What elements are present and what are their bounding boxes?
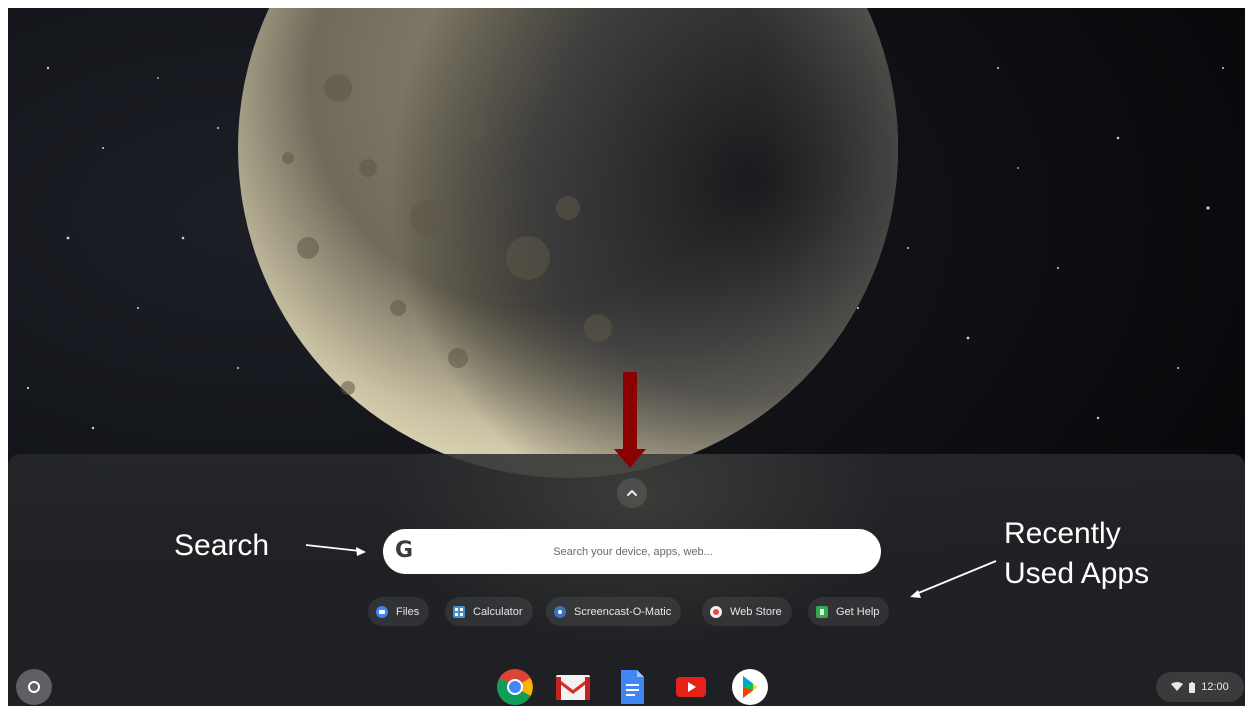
recent-app-label: Calculator (473, 605, 523, 618)
launcher-circle-icon (28, 681, 40, 693)
recent-app-screencast-o-matic[interactable]: Screencast-O-Matic (546, 597, 682, 626)
play-store-icon[interactable] (731, 668, 769, 706)
search-input[interactable] (433, 529, 833, 574)
docs-icon[interactable] (613, 668, 651, 706)
web-store-icon (710, 605, 722, 618)
recent-app-label: Web Store (730, 605, 782, 618)
recent-app-files[interactable]: Files (368, 597, 430, 626)
gmail-icon[interactable] (554, 668, 592, 706)
expand-launcher-button[interactable] (617, 478, 647, 508)
recent-app-web-store[interactable]: Web Store (702, 597, 792, 626)
calculator-icon (453, 605, 465, 618)
annotation-recent-label-line2: Used Apps (1004, 557, 1150, 590)
get-help-icon (816, 605, 828, 618)
chrome-icon[interactable] (496, 668, 534, 706)
recent-app-get-help[interactable]: Get Help (808, 597, 890, 626)
search-box[interactable]: G (383, 529, 881, 574)
files-icon (376, 605, 388, 618)
clock-time: 12:00 (1201, 681, 1229, 693)
screencast-icon (554, 605, 566, 618)
status-tray[interactable]: 12:00 (1156, 672, 1244, 702)
annotation-search-label: Search (174, 529, 270, 562)
recent-app-label: Get Help (836, 605, 880, 618)
launcher-button[interactable] (16, 669, 52, 705)
google-g-icon: G (395, 538, 414, 563)
youtube-icon[interactable] (672, 668, 710, 706)
recent-app-calculator[interactable]: Calculator (445, 597, 533, 626)
recent-app-label: Files (396, 605, 420, 618)
annotation-recent-label-line1: Recently (1004, 517, 1121, 550)
battery-icon (1189, 681, 1196, 693)
wifi-icon (1171, 682, 1184, 691)
chevron-up-icon (627, 490, 637, 496)
chromeos-desktop: G Files Calculator Screencast-O-Matic We… (8, 8, 1245, 706)
recent-app-label: Screencast-O-Matic (574, 605, 672, 618)
